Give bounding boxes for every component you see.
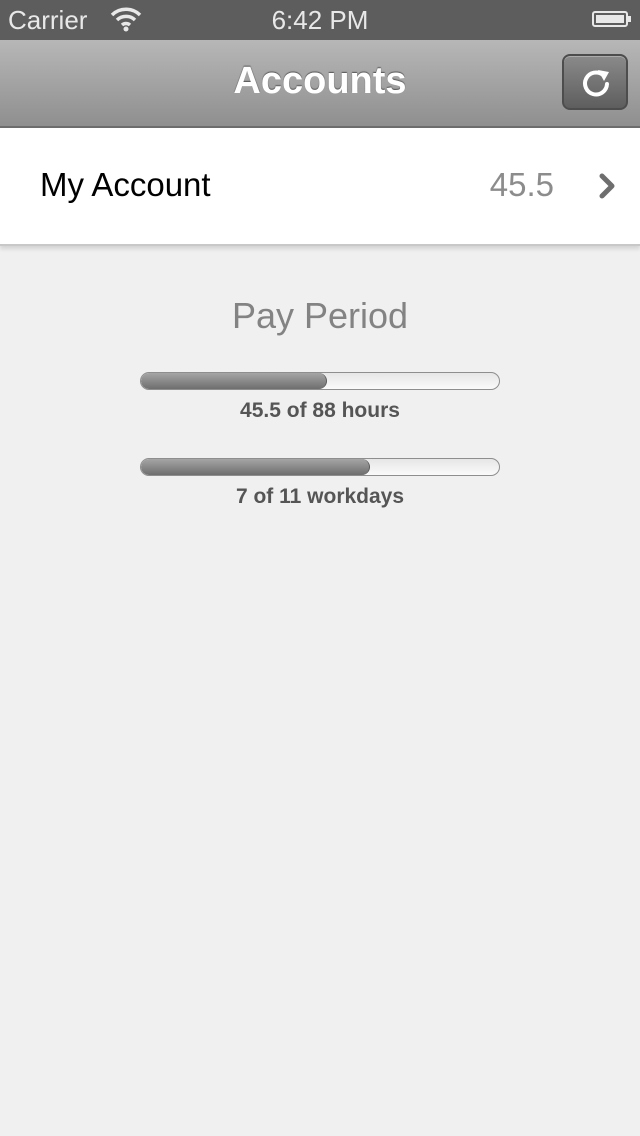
status-bar: Carrier 6:42 PM — [0, 0, 640, 40]
account-row-my-account[interactable]: My Account 45.5 — [0, 128, 640, 246]
refresh-button[interactable] — [562, 54, 628, 110]
hours-progress-bar — [140, 372, 500, 390]
battery-icon — [592, 11, 631, 27]
pay-period-title: Pay Period — [231, 295, 409, 336]
workdays-progress-label: 7 of 11 workdays — [235, 485, 405, 508]
workdays-progress-fill — [141, 459, 370, 475]
account-name: My Account — [40, 166, 211, 203]
hours-progress-label: 45.5 of 88 hours — [240, 399, 400, 422]
status-time: 6:42 PM — [271, 5, 369, 35]
refresh-icon — [583, 70, 609, 97]
workdays-progress-bar — [140, 458, 500, 476]
hours-progress-fill — [141, 373, 328, 389]
navigation-bar: Accounts — [0, 40, 640, 128]
account-hours-value: 45.5 — [489, 166, 554, 203]
page-title: Accounts — [233, 60, 407, 102]
chevron-right-icon — [599, 173, 615, 199]
